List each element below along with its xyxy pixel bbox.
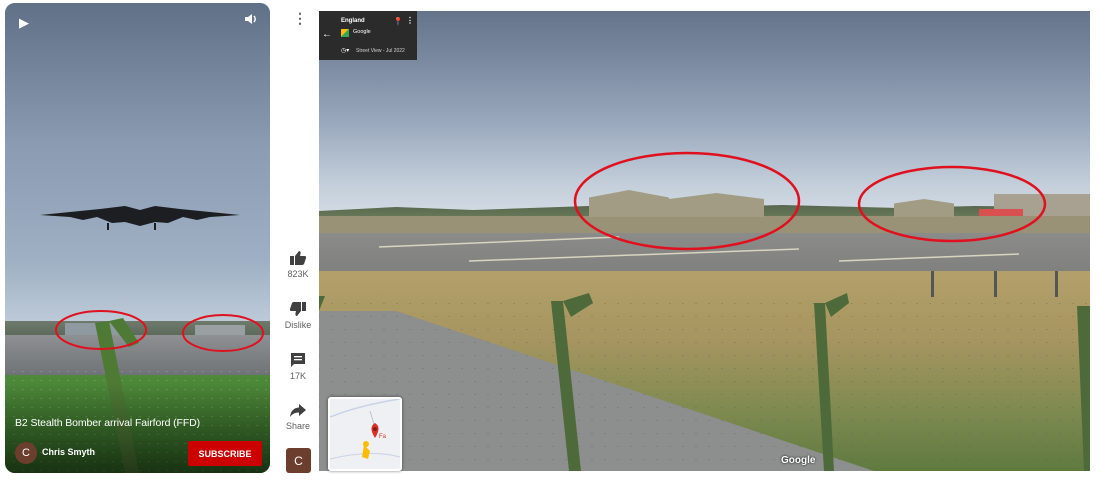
street-view-info-card: ← England 📍 ⋮ Google ◷▾ Street View - Ju… — [319, 11, 417, 60]
like-count: 823K — [287, 269, 309, 279]
hangar-left — [65, 323, 120, 335]
more-options-icon[interactable]: ⋮ — [293, 11, 307, 25]
user-avatar[interactable]: C — [286, 448, 311, 473]
share-icon — [290, 404, 306, 417]
dislike-button[interactable]: Dislike — [282, 301, 314, 330]
play-icon[interactable]: ▶ — [19, 15, 29, 31]
dislike-label: Dislike — [284, 320, 312, 330]
comment-count: 17K — [289, 371, 306, 381]
runway-marker — [979, 209, 1023, 216]
street-view-overlay — [319, 151, 1090, 471]
thumbs-up-icon — [290, 251, 307, 265]
location-name: England — [341, 18, 365, 24]
subscribe-button[interactable]: SUBSCRIBE — [188, 441, 262, 466]
google-watermark: Google — [781, 455, 816, 466]
volume-icon[interactable] — [244, 13, 258, 25]
comment-icon — [291, 353, 305, 367]
location-pin-icon[interactable]: 📍 — [393, 17, 403, 26]
map-road — [369, 410, 375, 425]
distant-post — [994, 271, 997, 297]
channel-avatar[interactable]: C — [15, 442, 37, 464]
short-video-player[interactable]: ▶ B2 Stealth Bomber arrival Fairford (FF… — [5, 3, 270, 473]
fence-post — [1077, 306, 1090, 471]
annotation-circle — [573, 151, 801, 251]
history-icon[interactable]: ◷▾ — [341, 47, 349, 54]
thumbs-down-icon — [289, 302, 306, 316]
imagery-vendor: Google — [353, 29, 371, 35]
hangar-right — [195, 325, 245, 335]
distant-post — [1055, 271, 1058, 297]
google-maps-logo-icon — [341, 29, 349, 37]
channel-name[interactable]: Chris Smyth — [42, 447, 95, 457]
minimap[interactable]: Fa — [328, 397, 402, 471]
fence-post-top — [825, 293, 849, 317]
like-button[interactable]: 823K — [282, 250, 314, 279]
runway-marking — [468, 248, 800, 262]
share-button[interactable]: Share — [282, 403, 314, 431]
back-arrow-icon[interactable]: ← — [322, 29, 332, 40]
annotation-circle — [857, 165, 1047, 243]
more-options-icon[interactable]: ⋮ — [406, 16, 414, 25]
video-title[interactable]: B2 Stealth Bomber arrival Fairford (FFD) — [15, 417, 200, 429]
runway-marking — [838, 253, 1020, 262]
map-road — [330, 399, 400, 418]
minimap-drawing — [330, 399, 400, 460]
fence-post — [814, 303, 834, 471]
imagery-date: Street View - Jul 2022 — [356, 48, 405, 54]
fence-post — [551, 301, 581, 471]
share-label: Share — [285, 421, 311, 431]
street-view-panorama[interactable]: Google — [319, 11, 1090, 471]
fence-post — [319, 296, 325, 311]
minimap-label: Fa — [379, 434, 387, 440]
comments-button[interactable]: 17K — [282, 352, 314, 381]
fence-post-top — [563, 293, 593, 317]
runway-marking — [378, 236, 620, 248]
distant-post — [931, 271, 934, 297]
pegman-icon[interactable] — [362, 445, 370, 459]
